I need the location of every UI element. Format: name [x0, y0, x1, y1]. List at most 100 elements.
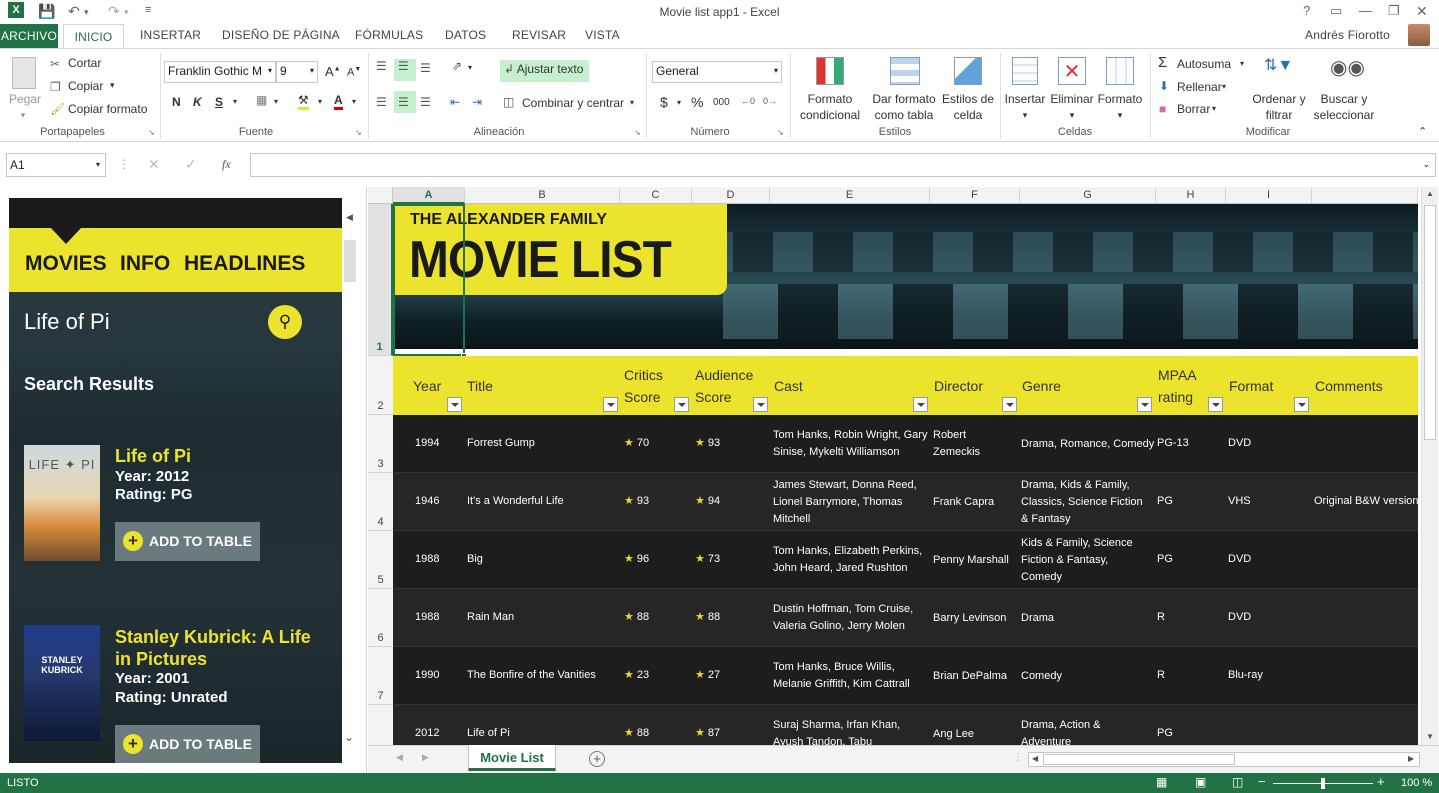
filter-dropdown-icon[interactable]: [753, 397, 768, 412]
align-bottom-icon[interactable]: ☰: [420, 61, 431, 75]
font-color-icon[interactable]: A: [334, 93, 343, 110]
cell-year[interactable]: 1990: [415, 667, 465, 684]
column-header-j[interactable]: [1312, 187, 1418, 204]
cell-critics[interactable]: ★ 96: [624, 551, 684, 568]
tab-diseno-pagina[interactable]: DISEÑO DE PÁGINA: [222, 28, 340, 42]
user-name[interactable]: Andrés Fiorotto: [1305, 28, 1390, 42]
currency-dropdown-icon[interactable]: ▾: [677, 98, 681, 107]
decrease-decimal-icon[interactable]: 0→: [763, 96, 777, 106]
font-color-dropdown-icon[interactable]: ▾: [352, 97, 356, 106]
collapse-ribbon-icon[interactable]: ⌃: [1418, 125, 1427, 138]
header-comments[interactable]: Comments: [1315, 375, 1383, 397]
cell-genre[interactable]: Drama, Kids & Family, Classics, Science F…: [1021, 477, 1155, 528]
minimize-icon[interactable]: —: [1359, 3, 1372, 18]
sheet-tab-movie-list[interactable]: Movie List: [468, 745, 556, 771]
insert-cells-icon[interactable]: [1012, 57, 1038, 85]
cell-format[interactable]: Blu-ray: [1228, 667, 1312, 684]
cell-mpaa[interactable]: PG: [1157, 493, 1225, 510]
filter-dropdown-icon[interactable]: [1002, 397, 1017, 412]
cell-mpaa[interactable]: R: [1157, 667, 1225, 684]
cell-genre[interactable]: Drama, Action & Adventure: [1021, 717, 1155, 745]
column-header-i[interactable]: I: [1226, 187, 1312, 204]
add-sheet-icon[interactable]: +: [589, 751, 605, 767]
cell-audience[interactable]: ★ 94: [695, 493, 755, 510]
nav-tab-headlines[interactable]: HEADLINES: [184, 252, 305, 276]
close-icon[interactable]: ✕: [1416, 3, 1428, 20]
format-cells-icon[interactable]: [1106, 57, 1134, 85]
cell-genre[interactable]: Drama, Romance, Comedy: [1021, 436, 1155, 453]
row-header[interactable]: 6: [368, 589, 393, 647]
autosum-button[interactable]: Autosuma: [1177, 57, 1231, 71]
align-right-icon[interactable]: ☰: [420, 95, 431, 109]
header-critics[interactable]: Critics Score: [624, 364, 663, 408]
header-audience[interactable]: Audience Score: [695, 364, 753, 408]
page-layout-icon[interactable]: ▣: [1195, 775, 1206, 789]
vertical-scrollbar[interactable]: ▲ ▼: [1421, 187, 1438, 745]
delete-cells-icon[interactable]: ✕: [1058, 57, 1086, 85]
cell-styles-button[interactable]: Estilos de celda: [940, 91, 996, 123]
format-cells-button[interactable]: Formato: [1096, 91, 1144, 107]
cell-title[interactable]: Big: [467, 551, 620, 568]
cell-mpaa[interactable]: PG: [1157, 725, 1225, 742]
decrease-indent-icon[interactable]: ⇤: [450, 95, 460, 109]
copy-button[interactable]: Copiar: [68, 79, 103, 93]
cell-mpaa[interactable]: PG-13: [1157, 435, 1225, 452]
clear-button[interactable]: Borrar: [1177, 102, 1210, 116]
sort-filter-button[interactable]: Ordenar y filtrar: [1246, 91, 1312, 123]
cut-icon[interactable]: ✂: [50, 57, 60, 71]
number-format-select[interactable]: General ▾: [652, 61, 782, 83]
row-header[interactable]: 7: [368, 647, 393, 705]
conditional-format-icon[interactable]: [816, 57, 844, 85]
column-header-a[interactable]: A: [393, 187, 465, 204]
add-to-table-button[interactable]: + ADD TO TABLE: [115, 725, 260, 763]
hscroll-thumb[interactable]: [1043, 754, 1235, 765]
page-break-icon[interactable]: ◫: [1232, 775, 1243, 789]
filter-dropdown-icon[interactable]: [447, 397, 462, 412]
cell-audience[interactable]: ★ 73: [695, 551, 755, 568]
orientation-dropdown-icon[interactable]: ▾: [468, 63, 472, 72]
header-mpaa[interactable]: MPAA rating: [1158, 364, 1197, 408]
cell-year[interactable]: 2012: [415, 725, 465, 742]
increase-decimal-icon[interactable]: ←0: [741, 96, 755, 106]
cell-cast[interactable]: Tom Hanks, Robin Wright, Gary Sinise, Myk…: [773, 427, 931, 461]
fill-dropdown-icon[interactable]: ▾: [318, 97, 322, 106]
orientation-icon[interactable]: ⇗: [452, 59, 462, 73]
column-header-e[interactable]: E: [770, 187, 930, 204]
next-sheet-icon[interactable]: ▶: [422, 752, 429, 763]
pane-collapse-icon[interactable]: ◀: [346, 212, 353, 223]
insert-dropdown-icon[interactable]: ▾: [1020, 107, 1030, 123]
help-icon[interactable]: ?: [1303, 3, 1310, 18]
autosum-icon[interactable]: Σ: [1158, 54, 1167, 71]
align-left-icon[interactable]: ☰: [376, 95, 387, 109]
formula-options-icon[interactable]: ⋮: [118, 157, 130, 171]
select-all-corner[interactable]: [368, 187, 393, 204]
tab-inicio[interactable]: INICIO: [63, 24, 124, 49]
scroll-down-icon[interactable]: ▼: [1426, 732, 1434, 741]
cell-dir[interactable]: Frank Capra: [933, 494, 1021, 511]
cell-year[interactable]: 1988: [415, 609, 465, 626]
cell-audience[interactable]: ★ 27: [695, 667, 755, 684]
cell-title[interactable]: The Bonfire of the Vanities: [467, 667, 620, 684]
scroll-up-icon[interactable]: ▲: [1426, 189, 1434, 198]
merge-dropdown-icon[interactable]: ▾: [630, 98, 634, 107]
filter-dropdown-icon[interactable]: [1294, 397, 1309, 412]
font-launcher-icon[interactable]: ↘: [355, 128, 362, 137]
tab-archivo[interactable]: ARCHIVO: [0, 24, 58, 48]
cell-critics[interactable]: ★ 88: [624, 609, 684, 626]
underline-dropdown-icon[interactable]: ▾: [233, 97, 237, 106]
zoom-slider-thumb[interactable]: [1321, 778, 1325, 789]
column-header-g[interactable]: G: [1020, 187, 1156, 204]
column-header-b[interactable]: B: [465, 187, 620, 204]
clear-dropdown-icon[interactable]: ▾: [1212, 104, 1216, 113]
paste-button[interactable]: Pegar: [4, 91, 46, 107]
cell-title[interactable]: Life of Pi: [467, 725, 620, 742]
cell-title[interactable]: It's a Wonderful Life: [467, 493, 620, 510]
cell-styles-icon[interactable]: [954, 57, 982, 85]
sort-filter-icon[interactable]: ⇅▼: [1264, 55, 1293, 75]
cell-year[interactable]: 1994: [415, 435, 465, 452]
borders-icon[interactable]: ▦: [256, 93, 267, 107]
cell-cast[interactable]: Tom Hanks, Elizabeth Perkins, John Heard,…: [773, 543, 931, 577]
cell-critics[interactable]: ★ 88: [624, 725, 684, 742]
currency-button[interactable]: $: [660, 94, 668, 110]
column-header-c[interactable]: C: [620, 187, 692, 204]
